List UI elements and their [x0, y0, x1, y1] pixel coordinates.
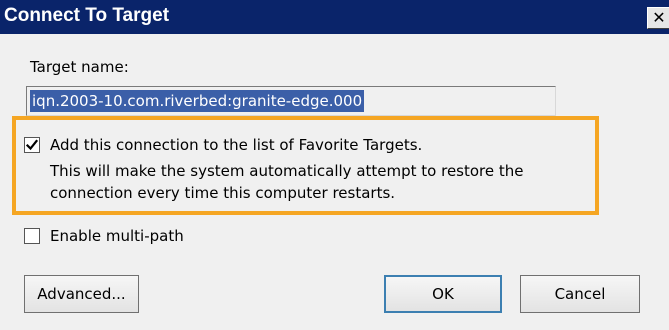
target-name-label: Target name:	[30, 58, 129, 76]
favorites-description-line2: connection every time this computer rest…	[50, 184, 396, 202]
window-title: Connect To Target	[4, 5, 170, 26]
ok-button[interactable]: OK	[384, 275, 502, 313]
check-icon	[25, 139, 39, 151]
multipath-label[interactable]: Enable multi-path	[50, 226, 184, 246]
favorites-checkbox[interactable]	[24, 137, 40, 153]
favorites-label[interactable]: Add this connection to the list of Favor…	[50, 135, 422, 155]
connect-to-target-dialog: Connect To Target ✕ Target name: iqn.200…	[0, 0, 669, 330]
close-icon: ✕	[652, 8, 666, 27]
cancel-button[interactable]: Cancel	[520, 275, 640, 313]
target-name-field[interactable]: iqn.2003-10.com.riverbed:granite-edge.00…	[26, 86, 556, 116]
target-name-value[interactable]: iqn.2003-10.com.riverbed:granite-edge.00…	[30, 90, 365, 112]
multipath-checkbox[interactable]	[24, 228, 40, 244]
favorites-description-line1: This will make the system automatically …	[50, 162, 524, 180]
close-button[interactable]: ✕	[647, 7, 669, 29]
title-bar[interactable]: Connect To Target ✕	[0, 0, 669, 34]
advanced-button[interactable]: Advanced...	[24, 275, 139, 313]
